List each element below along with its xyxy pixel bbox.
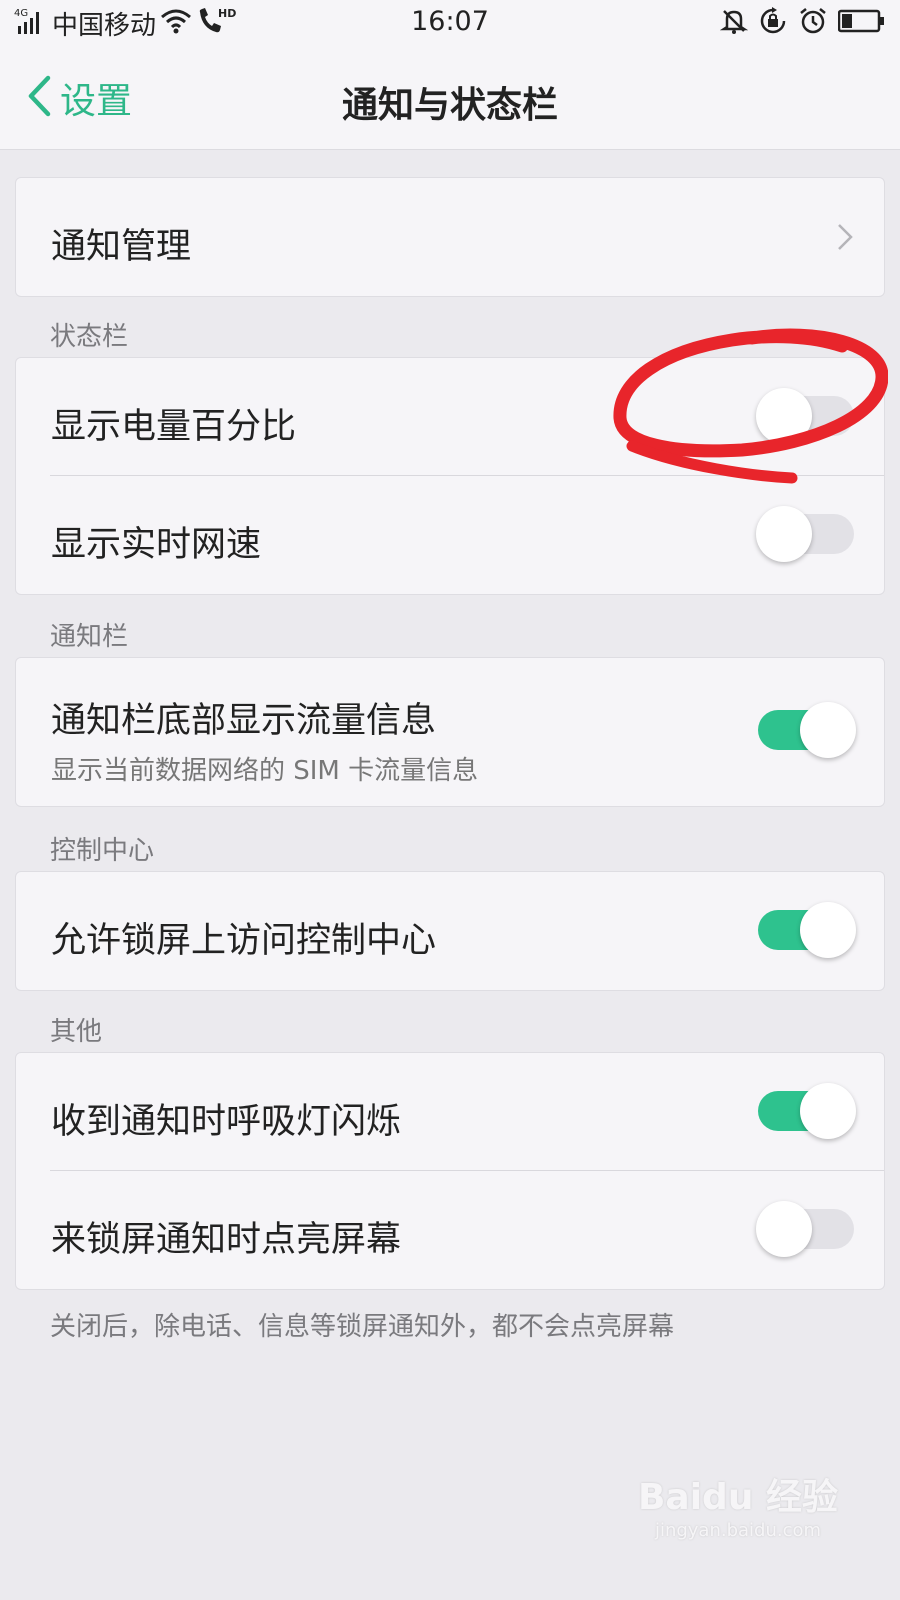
show-battery-percent-label: 显示电量百分比 bbox=[51, 407, 297, 447]
wake-screen-label: 来锁屏通知时点亮屏幕 bbox=[51, 1220, 402, 1260]
list-item-breathing-light[interactable]: 收到通知时呼吸灯闪烁 bbox=[16, 1053, 884, 1171]
section-header-control-center: 控制中心 bbox=[50, 836, 155, 866]
list-item-show-network-speed[interactable]: 显示实时网速 bbox=[16, 476, 884, 594]
data-usage-info-sub: 显示当前数据网络的 SIM 卡流量信息 bbox=[51, 756, 479, 786]
rotation-lock-icon bbox=[758, 6, 788, 40]
notification-management-row[interactable]: 通知管理 bbox=[16, 178, 884, 296]
list-item-wake-screen-on-notification[interactable]: 来锁屏通知时点亮屏幕 bbox=[16, 1171, 884, 1289]
status-bar-card: 显示电量百分比 显示实时网速 bbox=[15, 357, 885, 595]
lockscreen-control-center-label: 允许锁屏上访问控制中心 bbox=[51, 921, 437, 961]
battery-icon bbox=[837, 8, 886, 38]
toggle-knob bbox=[800, 902, 856, 958]
toggle-knob bbox=[756, 1201, 812, 1257]
section-header-notification-bar: 通知栏 bbox=[50, 622, 129, 652]
toggle-knob bbox=[756, 388, 812, 444]
alarm-icon bbox=[798, 6, 828, 40]
list-item-data-usage-info[interactable]: 通知栏底部显示流量信息 显示当前数据网络的 SIM 卡流量信息 bbox=[16, 658, 884, 806]
breathing-light-toggle[interactable] bbox=[758, 1083, 856, 1139]
watermark-sub: jingyan.baidu.com bbox=[654, 1520, 822, 1541]
control-center-card: 允许锁屏上访问控制中心 bbox=[15, 871, 885, 991]
section-header-other: 其他 bbox=[50, 1017, 103, 1047]
lockscreen-control-center-toggle[interactable] bbox=[758, 902, 856, 958]
section-header-status-bar: 状态栏 bbox=[50, 322, 129, 352]
chevron-right-icon bbox=[836, 222, 854, 256]
watermark-main: Baidu 经验 bbox=[637, 1477, 838, 1518]
page-title: 通知与状态栏 bbox=[341, 85, 558, 126]
list-item-show-battery-percent[interactable]: 显示电量百分比 bbox=[16, 358, 884, 476]
toggle-knob bbox=[800, 1083, 856, 1139]
toggle-knob bbox=[756, 506, 812, 562]
other-card: 收到通知时呼吸灯闪烁 来锁屏通知时点亮屏幕 bbox=[15, 1052, 885, 1290]
show-network-speed-label: 显示实时网速 bbox=[51, 525, 262, 565]
baidu-watermark: Baidu 经验 jingyan.baidu.com bbox=[638, 1468, 838, 1541]
data-usage-info-label: 通知栏底部显示流量信息 bbox=[51, 701, 437, 741]
status-bar: 4G 中国移动 HD 16:07 bbox=[0, 0, 900, 46]
notification-bar-card: 通知栏底部显示流量信息 显示当前数据网络的 SIM 卡流量信息 bbox=[15, 657, 885, 807]
list-item-lockscreen-control-center[interactable]: 允许锁屏上访问控制中心 bbox=[16, 872, 884, 990]
notification-management-label: 通知管理 bbox=[51, 227, 192, 267]
status-right bbox=[719, 6, 886, 40]
mute-bell-icon bbox=[719, 7, 749, 39]
toggle-knob bbox=[800, 702, 856, 758]
wake-screen-footer-note: 关闭后，除电话、信息等锁屏通知外，都不会点亮屏幕 bbox=[50, 1312, 675, 1342]
wake-screen-toggle[interactable] bbox=[756, 1201, 854, 1257]
show-battery-percent-toggle[interactable] bbox=[756, 388, 854, 444]
nav-header: 设置 通知与状态栏 bbox=[0, 46, 900, 150]
data-usage-info-toggle[interactable] bbox=[758, 702, 856, 758]
breathing-light-label: 收到通知时呼吸灯闪烁 bbox=[51, 1102, 402, 1142]
show-network-speed-toggle[interactable] bbox=[756, 506, 854, 562]
notification-management-card: 通知管理 bbox=[15, 177, 885, 297]
